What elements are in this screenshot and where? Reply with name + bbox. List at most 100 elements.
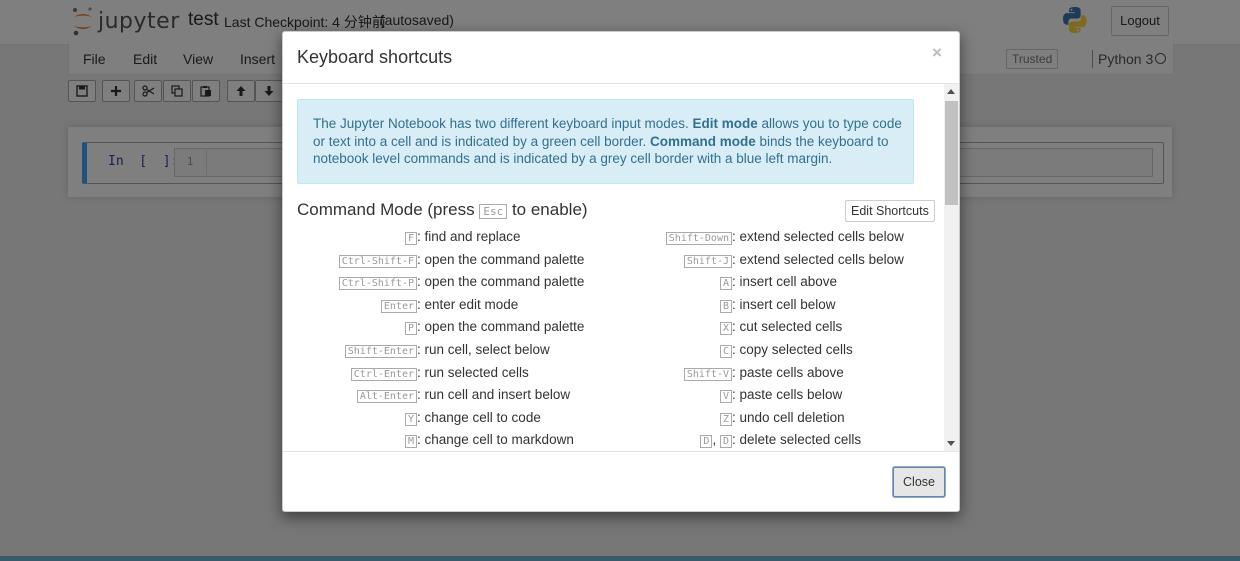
shortcut-keys: V <box>719 385 732 407</box>
shortcut-description: : open the command palette <box>417 319 585 335</box>
shortcut-row: Y: change cell to code <box>404 408 541 428</box>
shortcut-description: : delete selected cells <box>732 432 862 448</box>
shortcut-keys: C <box>719 340 732 362</box>
shortcut-key: Alt-Enter <box>356 390 417 404</box>
shortcut-key: Enter <box>380 299 417 313</box>
shortcut-description: : insert cell below <box>732 296 836 312</box>
shortcut-key: X <box>719 322 732 336</box>
shortcut-description: : change cell to code <box>417 409 541 425</box>
heading-prefix: Command Mode (press <box>297 200 480 219</box>
shortcut-key: Shift-J <box>683 254 732 268</box>
close-icon[interactable]: × <box>932 43 942 63</box>
shortcut-description: : find and replace <box>417 229 521 244</box>
shortcut-key: Shift-Enter <box>344 345 417 358</box>
shortcut-row: Shift-Enter: run cell, select below <box>344 340 550 360</box>
shortcut-keys: Enter <box>380 295 417 317</box>
shortcut-keys: P <box>404 317 417 339</box>
shortcut-row: Enter: enter edit mode <box>380 295 519 315</box>
shortcut-key: Ctrl-Shift-P <box>338 277 417 291</box>
shortcut-key: D <box>719 435 732 449</box>
shortcut-keys: Y <box>404 408 417 430</box>
shortcut-row: B: insert cell below <box>719 295 836 315</box>
shortcut-row: X: cut selected cells <box>719 317 843 337</box>
shortcut-key: D <box>700 435 713 449</box>
info-text: The Jupyter Notebook has two different k… <box>313 115 909 168</box>
shortcut-description: : change cell to markdown <box>417 432 574 448</box>
shortcut-description: : open the command palette <box>417 251 585 267</box>
keyboard-shortcuts-dialog: Keyboard shortcuts × The Jupyter Noteboo… <box>282 31 960 512</box>
shortcut-row: D, D: delete selected cells <box>700 430 862 450</box>
shortcut-keys: Ctrl-Enter <box>350 363 417 385</box>
shortcut-row: P: open the command palette <box>404 317 585 337</box>
edit-mode-label: Edit mode <box>692 116 758 131</box>
shortcut-key: Y <box>404 412 417 426</box>
esc-key: Esc <box>479 204 508 219</box>
footer-divider <box>283 451 959 452</box>
close-button[interactable]: Close <box>893 467 945 497</box>
scrollbar-thumb[interactable] <box>945 101 958 205</box>
shortcut-row: Ctrl-Shift-P: open the command palette <box>338 272 585 292</box>
shortcut-description: : run cell, select below <box>417 342 550 357</box>
shortcut-keys: Ctrl-Shift-P <box>338 272 417 294</box>
shortcut-description: : extend selected cells below <box>732 251 904 267</box>
shortcut-description: : cut selected cells <box>732 319 843 335</box>
shortcut-description: : insert cell above <box>732 274 838 290</box>
shortcut-key: Z <box>719 412 732 426</box>
info-text-1: The Jupyter Notebook has two different k… <box>313 116 693 131</box>
shortcut-key: Shift-Down <box>665 232 732 245</box>
shortcut-keys: Alt-Enter <box>356 385 417 407</box>
command-mode-label: Command mode <box>649 133 756 149</box>
scroll-up-icon[interactable] <box>947 89 955 94</box>
shortcut-key: A <box>719 277 732 291</box>
shortcut-description: : enter edit mode <box>417 296 519 312</box>
shortcut-key: Ctrl-Shift-F <box>338 254 417 268</box>
info-box: The Jupyter Notebook has two different k… <box>297 99 914 184</box>
shortcut-key: Ctrl-Enter <box>350 367 417 381</box>
shortcut-keys: D, D <box>700 430 732 451</box>
shortcut-row: Shift-J: extend selected cells below <box>683 250 904 270</box>
scroll-down-icon[interactable] <box>947 441 955 446</box>
heading-suffix: to enable) <box>507 200 588 219</box>
dialog-title: Keyboard shortcuts <box>297 47 453 67</box>
edit-shortcuts-button[interactable]: Edit Shortcuts <box>845 200 935 222</box>
shortcut-keys: Shift-J <box>683 250 732 272</box>
shortcut-key: M <box>404 435 417 449</box>
shortcut-description: : paste cells above <box>732 364 844 380</box>
shortcut-keys: F <box>404 227 417 249</box>
shortcut-key: F <box>404 232 417 245</box>
shortcut-row: Shift-V: paste cells above <box>683 363 844 383</box>
shortcut-row: M: change cell to markdown <box>404 430 574 450</box>
shortcut-description: : run cell and insert below <box>417 387 571 403</box>
shortcut-description: : copy selected cells <box>732 342 853 357</box>
shortcut-description: : undo cell deletion <box>732 409 845 425</box>
shortcut-key: B <box>719 299 732 313</box>
shortcut-keys: Shift-Down <box>665 227 732 249</box>
shortcut-keys: M <box>404 430 417 451</box>
shortcut-keys: Z <box>719 408 732 430</box>
command-mode-heading: Command Mode (press Esc to enable) <box>297 200 588 220</box>
shortcut-keys: Ctrl-Shift-F <box>338 250 417 272</box>
shortcut-keys: X <box>719 317 732 339</box>
shortcut-row: Ctrl-Enter: run selected cells <box>350 363 529 383</box>
shortcut-description: : extend selected cells below <box>732 229 904 244</box>
dialog-body[interactable]: The Jupyter Notebook has two different k… <box>283 84 943 451</box>
shortcut-row: C: copy selected cells <box>719 340 853 360</box>
shortcut-keys: Shift-V <box>683 363 732 385</box>
shortcut-key: Shift-V <box>683 367 732 381</box>
shortcut-row: A: insert cell above <box>719 272 838 292</box>
shortcut-key: C <box>719 345 732 358</box>
shortcut-row: Ctrl-Shift-F: open the command palette <box>338 250 585 270</box>
shortcut-row: Z: undo cell deletion <box>719 408 845 428</box>
shortcut-key: P <box>404 322 417 336</box>
shortcut-key: V <box>719 390 732 404</box>
bottom-edge <box>0 556 1240 561</box>
shortcut-row: Shift-Down: extend selected cells below <box>665 227 904 247</box>
shortcut-row: V: paste cells below <box>719 385 843 405</box>
shortcut-description: : run selected cells <box>417 364 529 380</box>
shortcut-description: : open the command palette <box>417 274 585 290</box>
shortcut-row: F: find and replace <box>404 227 521 247</box>
shortcut-keys: Shift-Enter <box>344 340 417 362</box>
shortcut-keys: A <box>719 272 732 294</box>
shortcut-description: : paste cells below <box>732 387 843 403</box>
shortcut-row: Alt-Enter: run cell and insert below <box>356 385 571 405</box>
